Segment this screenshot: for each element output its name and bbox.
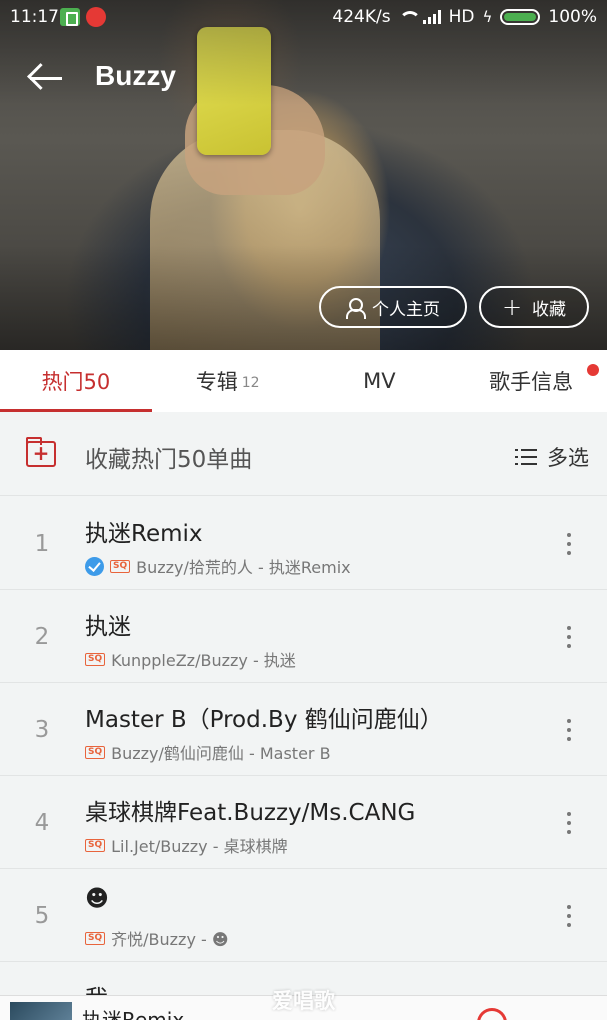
song-subtitle-row: SQ Buzzy/拾荒的人 - 执迷Remix xyxy=(85,554,351,578)
sq-quality-badge: SQ xyxy=(85,838,106,852)
song-row[interactable]: 1 执迷Remix SQ Buzzy/拾荒的人 - 执迷Remix xyxy=(0,497,607,590)
more-options-icon[interactable] xyxy=(567,533,571,555)
tab-mv[interactable]: MV xyxy=(304,350,456,412)
tab-label: MV xyxy=(363,369,396,393)
status-time: 11:17 xyxy=(10,7,59,27)
more-options-icon[interactable] xyxy=(567,719,571,741)
song-subtitle-row: SQ Lil.Jet/Buzzy - 桌球棋牌 xyxy=(85,833,288,857)
song-subtitle-row: SQ KunppleZz/Buzzy - 执迷 xyxy=(85,647,296,671)
song-artists-album: Buzzy/拾荒的人 - 执迷Remix xyxy=(136,558,351,577)
collect-artist-label: 收藏 xyxy=(532,299,567,320)
net-speed: 424K/s xyxy=(332,7,391,27)
song-artists-album: KunppleZz/Buzzy - 执迷 xyxy=(111,651,296,670)
song-row[interactable]: 2 执迷 SQ KunppleZz/Buzzy - 执迷 xyxy=(0,590,607,683)
wifi-icon xyxy=(398,11,421,23)
person-icon xyxy=(346,298,366,319)
sq-quality-badge: SQ xyxy=(110,559,131,573)
now-playing-cover xyxy=(10,1002,72,1020)
multi-select-label: 多选 xyxy=(547,446,589,470)
sq-quality-badge: SQ xyxy=(85,652,106,666)
list-icon xyxy=(515,449,537,465)
song-title: 桌球棋牌Feat.Buzzy/Ms.CANG xyxy=(85,800,416,826)
plus-icon: + xyxy=(501,293,523,321)
song-subtitle-row: SQ 齐悦/Buzzy - ☻ xyxy=(85,926,229,950)
sq-quality-badge: SQ xyxy=(85,931,106,945)
artist-homepage-button[interactable]: 个人主页 xyxy=(319,286,467,328)
song-subtitle-row: SQ Buzzy/鹤仙问鹿仙 - Master B xyxy=(85,740,331,764)
tab-label: 歌手信息 xyxy=(489,370,574,394)
add-folder-icon[interactable] xyxy=(26,437,56,467)
song-number: 1 xyxy=(34,531,50,557)
song-row[interactable]: 3 Master B（Prod.By 鹤仙问鹿仙） SQ Buzzy/鹤仙问鹿仙… xyxy=(0,683,607,776)
new-badge-dot xyxy=(587,364,599,376)
song-row[interactable]: 4 桌球棋牌Feat.Buzzy/Ms.CANG SQ Lil.Jet/Buzz… xyxy=(0,776,607,869)
song-artists-album: Buzzy/鹤仙问鹿仙 - Master B xyxy=(111,744,331,763)
watermark-text: 爱唱歌 xyxy=(272,989,335,1013)
song-number: 2 xyxy=(34,624,50,650)
tab-albums[interactable]: 专辑 12 xyxy=(152,350,304,412)
more-options-icon[interactable] xyxy=(567,626,571,648)
tab-label: 热门50 xyxy=(41,370,111,394)
collect-hot50-button[interactable]: 收藏热门50单曲 xyxy=(85,440,252,474)
back-arrow-icon[interactable] xyxy=(26,60,66,96)
more-options-icon[interactable] xyxy=(567,812,571,834)
collect-artist-button[interactable]: + 收藏 xyxy=(479,286,589,328)
list-action-bar: 收藏热门50单曲 多选 xyxy=(0,412,607,496)
play-progress-icon[interactable] xyxy=(477,1008,507,1020)
song-row[interactable]: 5 ☻ SQ 齐悦/Buzzy - ☻ xyxy=(0,869,607,962)
tab-count: 12 xyxy=(241,375,260,391)
song-title: Master B（Prod.By 鹤仙问鹿仙） xyxy=(85,707,443,733)
network-type: HD xyxy=(448,7,475,27)
sq-quality-badge: SQ xyxy=(85,745,106,759)
notification-app-icon xyxy=(60,8,80,26)
song-title: 执迷Remix xyxy=(85,521,203,547)
page-title: Buzzy xyxy=(95,60,176,91)
song-title: 执迷 xyxy=(85,614,131,640)
song-title: ☻ xyxy=(85,886,109,912)
battery-level: 100% xyxy=(548,7,597,27)
song-list: 1 执迷Remix SQ Buzzy/拾荒的人 - 执迷Remix 2 执迷 S… xyxy=(0,497,607,1012)
now-playing-title: 执迷Remix xyxy=(82,1008,185,1020)
artist-homepage-label: 个人主页 xyxy=(372,299,440,320)
song-number: 4 xyxy=(34,810,50,836)
charging-icon: ϟ xyxy=(482,8,493,26)
battery-icon xyxy=(500,9,541,25)
song-artists-album: Lil.Jet/Buzzy - 桌球棋牌 xyxy=(111,837,288,856)
netease-music-icon xyxy=(86,7,106,27)
signal-icon xyxy=(422,10,441,24)
more-options-icon[interactable] xyxy=(567,905,571,927)
tab-label: 专辑 xyxy=(195,370,238,394)
verified-check-icon xyxy=(85,556,104,576)
tab-artist-info[interactable]: 歌手信息 xyxy=(455,350,607,412)
song-number: 3 xyxy=(34,717,50,743)
status-bar: 11:17 424K/s HD ϟ 100% xyxy=(0,0,607,34)
song-artists-album: 齐悦/Buzzy - ☻ xyxy=(111,930,229,949)
artist-tabs: 热门50 专辑 12 MV 歌手信息 xyxy=(0,350,607,412)
tab-hot50[interactable]: 热门50 xyxy=(0,350,152,412)
multi-select-button[interactable]: 多选 xyxy=(515,442,589,472)
song-number: 5 xyxy=(34,903,50,929)
